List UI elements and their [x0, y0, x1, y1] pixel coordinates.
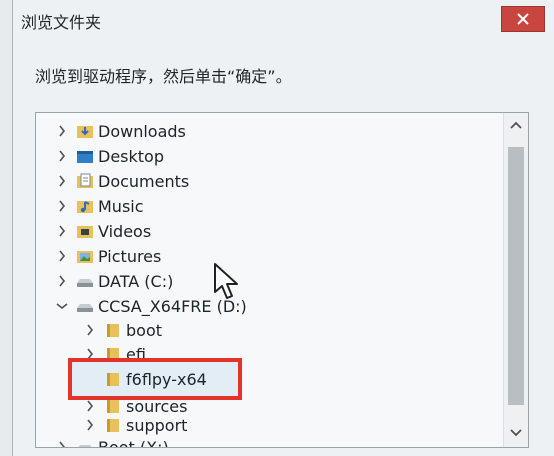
tree-item-music[interactable]: Music	[56, 194, 144, 218]
tree-item-label: boot	[126, 320, 163, 340]
chevron-right-icon[interactable]	[84, 418, 96, 432]
scroll-down-button[interactable]	[508, 425, 524, 441]
chevron-right-icon[interactable]	[56, 249, 68, 263]
chevron-down-icon	[510, 429, 522, 437]
mouse-pointer	[213, 262, 241, 306]
browse-folder-dialog: 浏览文件夹 浏览到驱动程序，然后单击“确定”。 Downloads Deskto…	[12, 0, 554, 456]
chevron-right-icon[interactable]	[56, 149, 68, 163]
folder-icon	[104, 416, 122, 434]
downloads-folder-icon	[76, 122, 94, 140]
tree-item-label: DATA (C:)	[98, 271, 174, 291]
pictures-folder-icon	[76, 247, 94, 265]
chevron-right-icon[interactable]	[56, 274, 68, 288]
scrollbar-thumb[interactable]	[508, 147, 524, 405]
tree-item-boot[interactable]: boot	[84, 318, 162, 342]
tree-item-label: Videos	[98, 221, 152, 241]
chevron-up-icon	[510, 121, 522, 129]
close-button[interactable]	[501, 6, 545, 32]
tree-item-f6flpy-x64[interactable]: f6flpy-x64	[96, 367, 207, 391]
tree-item-boot-x[interactable]: Boot (X:)	[56, 435, 169, 448]
cursor-arrow-icon	[214, 263, 238, 299]
tree-item-label: support	[126, 415, 188, 435]
tree-item-documents[interactable]: Documents	[56, 169, 189, 193]
folder-icon	[104, 321, 122, 339]
chevron-right-icon[interactable]	[56, 174, 68, 188]
chevron-right-icon[interactable]	[56, 199, 68, 213]
tree-item-support[interactable]: support	[84, 413, 187, 437]
folder-icon	[104, 370, 122, 388]
title-bar: 浏览文件夹	[13, 0, 554, 40]
chevron-right-icon[interactable]	[56, 124, 68, 138]
tree-item-label: Pictures	[98, 246, 162, 266]
tree-item-label: Downloads	[98, 121, 186, 141]
tree-item-desktop[interactable]: Desktop	[56, 144, 164, 168]
tree-item-data-c[interactable]: DATA (C:)	[56, 269, 173, 293]
tree-item-downloads[interactable]: Downloads	[56, 119, 186, 143]
desktop-folder-icon	[76, 147, 94, 165]
vertical-scrollbar[interactable]	[503, 113, 528, 447]
folder-tree[interactable]: Downloads Desktop Documents Music Videos…	[35, 112, 529, 448]
tree-item-label: Documents	[98, 171, 190, 191]
dialog-prompt: 浏览到驱动程序，然后单击“确定”。	[35, 67, 292, 86]
scroll-up-button[interactable]	[508, 117, 524, 133]
tree-item-label: f6flpy-x64	[126, 369, 207, 389]
close-icon	[517, 13, 529, 25]
chevron-right-icon[interactable]	[56, 224, 68, 238]
chevron-right-icon[interactable]	[84, 399, 96, 413]
drive-icon	[76, 438, 94, 447]
music-folder-icon	[76, 197, 94, 215]
drive-icon	[76, 297, 94, 315]
documents-folder-icon	[76, 172, 94, 190]
chevron-right-icon[interactable]	[84, 323, 96, 337]
videos-folder-icon	[76, 222, 94, 240]
chevron-down-icon[interactable]	[56, 299, 68, 313]
tree-item-label: Music	[98, 196, 144, 216]
tree-item-videos[interactable]: Videos	[56, 219, 151, 243]
tree-item-label: Desktop	[98, 146, 164, 166]
dialog-title: 浏览文件夹	[21, 13, 102, 32]
drive-icon	[76, 272, 94, 290]
tree-item-pictures[interactable]: Pictures	[56, 244, 161, 268]
chevron-right-icon[interactable]	[56, 440, 68, 447]
tree-item-label: Boot (X:)	[98, 437, 169, 448]
